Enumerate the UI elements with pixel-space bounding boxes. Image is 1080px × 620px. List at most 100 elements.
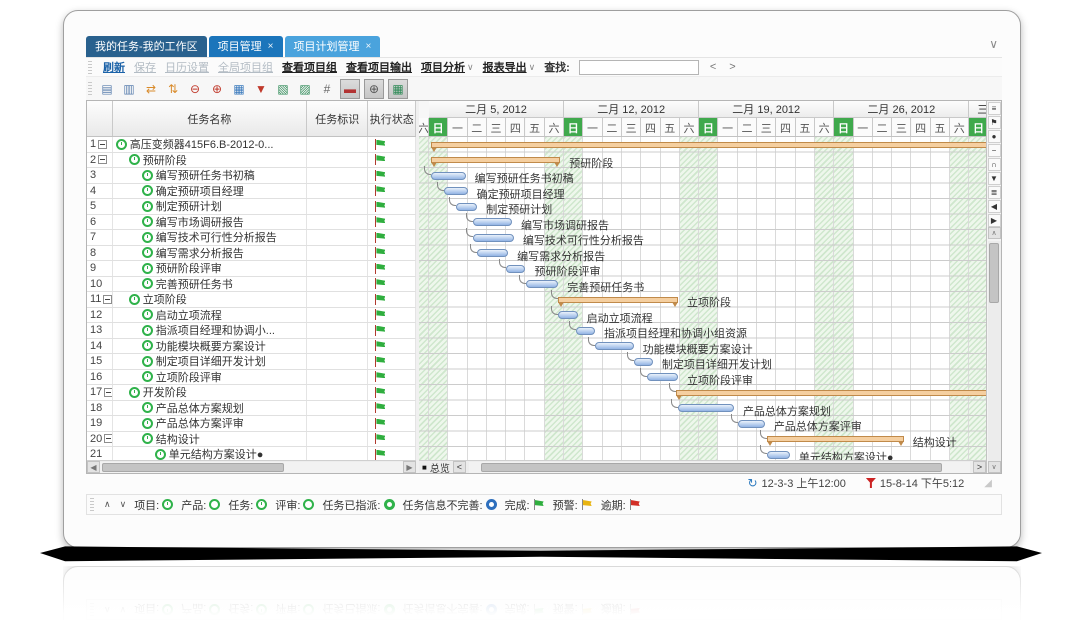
task-bar[interactable] <box>456 203 477 211</box>
expand-collapse-icon[interactable] <box>103 295 112 304</box>
table-row[interactable]: 9预研阶段评审 <box>87 261 416 277</box>
summary-bar[interactable] <box>767 436 904 442</box>
toolbar-grip[interactable] <box>88 61 92 74</box>
summary-bar[interactable] <box>558 297 678 303</box>
table-row[interactable]: 3编写预研任务书初稿 <box>87 168 416 184</box>
gantt-v-scroll-thumb[interactable] <box>989 243 999 303</box>
task-bar[interactable] <box>647 373 678 381</box>
task-bar[interactable] <box>473 234 514 242</box>
scroll-down-icon[interactable]: ∨ <box>988 461 1001 473</box>
summary-bar[interactable] <box>676 390 986 396</box>
expand-collapse-icon[interactable] <box>98 140 107 149</box>
table-row[interactable]: 4确定预研项目经理 <box>87 184 416 200</box>
table-row[interactable]: 11立项阶段 <box>87 292 416 308</box>
table-row[interactable]: 7编写技术可行性分析报告 <box>87 230 416 246</box>
legend-collapse-up-icon[interactable]: ∧ <box>103 499 112 510</box>
menu-item-查看项目组[interactable]: 查看项目组 <box>282 59 337 75</box>
search-input[interactable] <box>579 60 699 75</box>
task-bar[interactable] <box>558 311 577 319</box>
table-row[interactable]: 13指派项目经理和协调小... <box>87 323 416 339</box>
task-bar[interactable] <box>506 265 525 273</box>
search-prev-button[interactable]: < <box>708 61 718 73</box>
unassign-task-icon[interactable]: ⇅ <box>164 80 182 98</box>
table-row[interactable]: 18产品总体方案规划 <box>87 401 416 417</box>
table-row[interactable]: 20结构设计 <box>87 432 416 448</box>
arc-link-icon[interactable]: ∩ <box>988 158 1001 171</box>
gantt-scroll-right-icon[interactable]: > <box>973 461 986 473</box>
tab-我的任务-我的工作区[interactable]: 我的任务-我的工作区 <box>86 36 207 57</box>
dash-marker-icon[interactable]: − <box>988 144 1001 157</box>
gantt-scroll-left-icon[interactable]: < <box>453 461 466 473</box>
columns-icon[interactable]: # <box>318 80 336 98</box>
column-header-任务名称[interactable]: 任务名称 <box>113 101 307 136</box>
bookmark-icon[interactable]: ⚑ <box>988 116 1001 129</box>
legend-collapse-down-icon[interactable]: ∨ <box>119 499 128 510</box>
table-scroll-thumb[interactable] <box>102 463 284 472</box>
zoom-out-icon[interactable]: ⊖ <box>186 80 204 98</box>
printer-icon[interactable]: ▤ <box>98 80 116 98</box>
gantt-v-scrollbar[interactable] <box>988 241 1001 461</box>
table-scroll-right-icon[interactable]: ▶ <box>403 461 416 473</box>
table-row[interactable]: 19产品总体方案评审 <box>87 416 416 432</box>
scroll-up-icon[interactable]: ∧ <box>988 227 1001 239</box>
menu-item-查看项目输出[interactable]: 查看项目输出 <box>346 59 412 75</box>
menu-item-刷新[interactable]: 刷新 <box>103 59 125 75</box>
dot-marker-icon[interactable]: ● <box>988 130 1001 143</box>
tab-close-icon[interactable]: × <box>268 41 274 52</box>
summary-bar[interactable] <box>431 157 560 163</box>
task-bar[interactable] <box>477 249 508 257</box>
print-preview-icon[interactable]: ▥ <box>120 80 138 98</box>
menu-item-报表导出[interactable]: 报表导出∨ <box>483 59 536 75</box>
gantt-menu-icon[interactable]: ≡ <box>988 102 1001 115</box>
toolbar-grip-2[interactable] <box>88 82 92 95</box>
expand-collapse-icon[interactable] <box>104 434 113 443</box>
overview-toggle-button[interactable]: ▬ <box>340 79 360 99</box>
table-row[interactable]: 1高压变频器415F6.B-2012-0... <box>87 137 416 153</box>
table-row[interactable]: 16立项阶段评审 <box>87 370 416 386</box>
table-row[interactable]: 12启动立项流程 <box>87 308 416 324</box>
task-bar[interactable] <box>576 327 595 335</box>
table-row[interactable]: 5制定预研计划 <box>87 199 416 215</box>
table-h-scrollbar[interactable]: ◀ ▶ <box>87 460 416 473</box>
task-bar[interactable] <box>738 420 765 428</box>
assign-task-icon[interactable]: ⇄ <box>142 80 160 98</box>
task-bar[interactable] <box>526 280 559 288</box>
task-bar[interactable] <box>767 451 790 459</box>
filter-funnel-icon[interactable]: ▼ <box>252 80 270 98</box>
expand-collapse-icon[interactable] <box>98 155 107 164</box>
table-row[interactable]: 21单元结构方案设计● <box>87 447 416 460</box>
search-next-button[interactable]: > <box>727 61 737 73</box>
tab-项目计划管理[interactable]: 项目计划管理× <box>285 36 381 57</box>
task-bar[interactable] <box>473 218 512 226</box>
column-header-执行状态[interactable]: 执行状态 <box>368 101 416 136</box>
table-scroll-left-icon[interactable]: ◀ <box>87 461 100 473</box>
zoom-in-icon[interactable]: ⊕ <box>208 80 226 98</box>
gantt-scroll-track[interactable] <box>469 462 970 473</box>
tab-项目管理[interactable]: 项目管理× <box>209 36 283 57</box>
baseline-icon[interactable]: ▧ <box>274 80 292 98</box>
critical-path-icon[interactable]: ▨ <box>296 80 314 98</box>
table-row[interactable]: 10完善预研任务书 <box>87 277 416 293</box>
task-bar[interactable] <box>678 404 734 412</box>
calendar-grid-icon[interactable]: ▦ <box>230 80 248 98</box>
column-header-任务标识[interactable]: 任务标识 <box>307 101 368 136</box>
table-row[interactable]: 14功能模块概要方案设计 <box>87 339 416 355</box>
table-row[interactable]: 6编写市场调研报告 <box>87 215 416 231</box>
table-scroll-track[interactable] <box>100 462 403 473</box>
task-bar[interactable] <box>595 342 634 350</box>
table-row[interactable]: 17开发阶段 <box>87 385 416 401</box>
table-row[interactable]: 15制定项目详细开发计划 <box>87 354 416 370</box>
levels-icon[interactable]: ≣ <box>988 186 1001 199</box>
task-bar[interactable] <box>634 358 653 366</box>
resize-grip-icon[interactable]: ◢ <box>984 478 992 489</box>
task-bar[interactable] <box>444 187 467 195</box>
menu-item-项目分析[interactable]: 项目分析∨ <box>421 59 474 75</box>
table-row[interactable]: 8编写需求分析报告 <box>87 246 416 262</box>
gantt-scroll-thumb[interactable] <box>481 463 942 472</box>
task-bar[interactable] <box>431 172 466 180</box>
scroll-right-icon[interactable]: ▶ <box>988 214 1001 227</box>
column-header-row[interactable] <box>87 101 113 136</box>
strip-filter-icon[interactable]: ▼ <box>988 172 1001 185</box>
crosshair-toggle-button[interactable]: ⊕ <box>364 79 384 99</box>
legend-grip[interactable] <box>90 498 94 511</box>
